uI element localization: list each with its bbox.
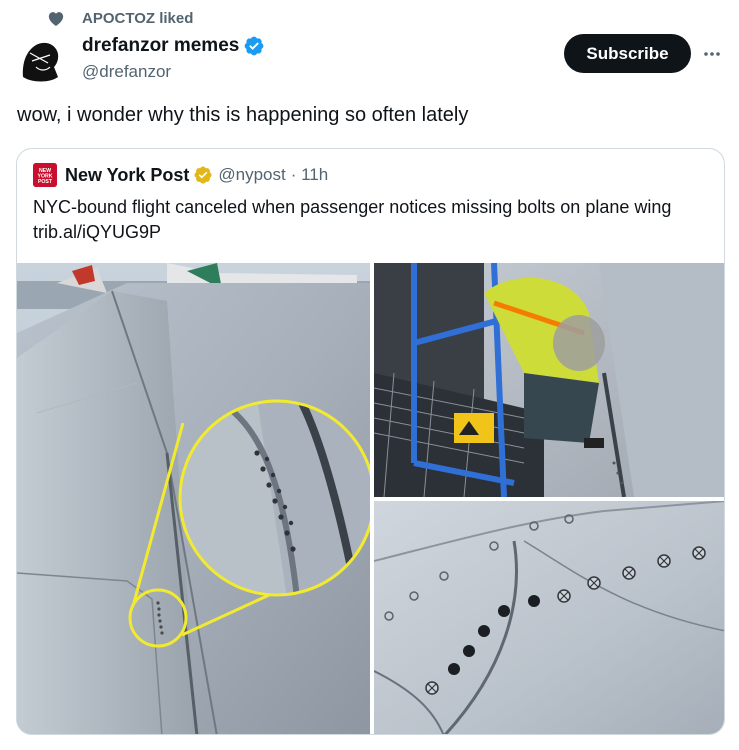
- quote-author-name[interactable]: New York Post: [65, 165, 189, 186]
- author-block: drefanzor memes @drefanzor: [82, 34, 265, 82]
- quote-header: NEW YORK POST New York Post @nypost · 11…: [33, 163, 328, 187]
- social-context-text[interactable]: APOCTOZ liked: [82, 10, 193, 27]
- tweet-text: wow, i wonder why this is happening so o…: [17, 104, 469, 126]
- quote-text: NYC-bound flight canceled when passenger…: [33, 197, 672, 242]
- avatar[interactable]: [16, 33, 68, 85]
- more-options-button[interactable]: [700, 42, 724, 66]
- nypost-logo-icon: NEW YORK POST: [33, 163, 57, 187]
- media-grid: [17, 263, 724, 734]
- quote-avatar[interactable]: NEW YORK POST: [33, 163, 57, 187]
- photo-worker-inspecting-wing[interactable]: [374, 263, 724, 497]
- subscribe-button[interactable]: Subscribe: [564, 34, 691, 73]
- more-icon: [704, 52, 720, 56]
- quote-tweet-card[interactable]: NEW YORK POST New York Post @nypost · 11…: [16, 148, 725, 735]
- quote-timestamp[interactable]: · 11h: [291, 165, 329, 185]
- quote-author-handle[interactable]: @nypost: [218, 165, 285, 185]
- verified-badge-icon: [244, 36, 264, 56]
- author-name[interactable]: drefanzor memes: [82, 35, 239, 57]
- gold-verified-badge-icon: [194, 166, 212, 184]
- social-context: APOCTOZ liked: [46, 8, 193, 28]
- svg-text:POST: POST: [38, 179, 53, 185]
- author-handle[interactable]: @drefanzor: [82, 62, 265, 82]
- photo-wing-bolts-closeup[interactable]: [374, 501, 724, 734]
- heart-icon: [48, 12, 64, 26]
- photo-wing-zoom-circle[interactable]: [17, 263, 370, 734]
